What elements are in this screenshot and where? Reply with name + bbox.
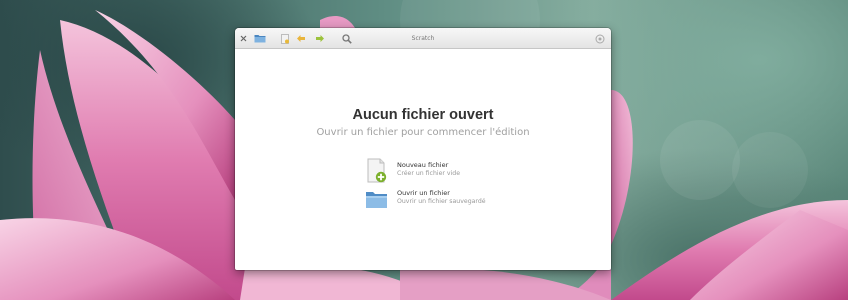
new-document-icon <box>281 33 289 44</box>
revert-icon <box>296 34 306 43</box>
app-menu-button[interactable] <box>593 28 607 49</box>
folder-icon <box>254 34 266 43</box>
welcome-screen: Aucun fichier ouvert Ouvrir un fichier p… <box>235 49 611 270</box>
save-button[interactable] <box>314 28 326 49</box>
search-icon <box>342 33 352 44</box>
new-file-description: Créer un fichier vide <box>397 170 461 177</box>
close-icon <box>240 35 247 42</box>
revert-button[interactable] <box>295 28 307 49</box>
close-button[interactable] <box>237 28 249 49</box>
header-bar: Scratch <box>235 28 611 49</box>
new-file-action[interactable]: Nouveau fichier Créer un fichier vide <box>365 158 515 184</box>
search-button[interactable] <box>340 28 354 49</box>
new-file-button[interactable] <box>279 28 291 49</box>
editor-window: Scratch Aucun fichier ouvert Ouvrir un f… <box>235 28 611 270</box>
open-file-button[interactable] <box>252 28 268 49</box>
folder-icon <box>365 186 389 212</box>
save-icon <box>315 34 325 43</box>
welcome-subtitle: Ouvrir un fichier pour commencer l'éditi… <box>316 127 530 138</box>
new-file-title: Nouveau fichier <box>397 161 449 169</box>
new-document-icon <box>365 158 389 184</box>
open-file-action[interactable]: Ouvrir un fichier Ouvrir un fichier sauv… <box>365 186 515 212</box>
open-file-description: Ouvrir un fichier sauvegardé <box>397 198 486 205</box>
window-title: Scratch <box>411 35 435 42</box>
welcome-title: Aucun fichier ouvert <box>352 107 494 123</box>
open-file-title: Ouvrir un fichier <box>397 189 450 197</box>
app-menu-icon <box>595 34 605 44</box>
